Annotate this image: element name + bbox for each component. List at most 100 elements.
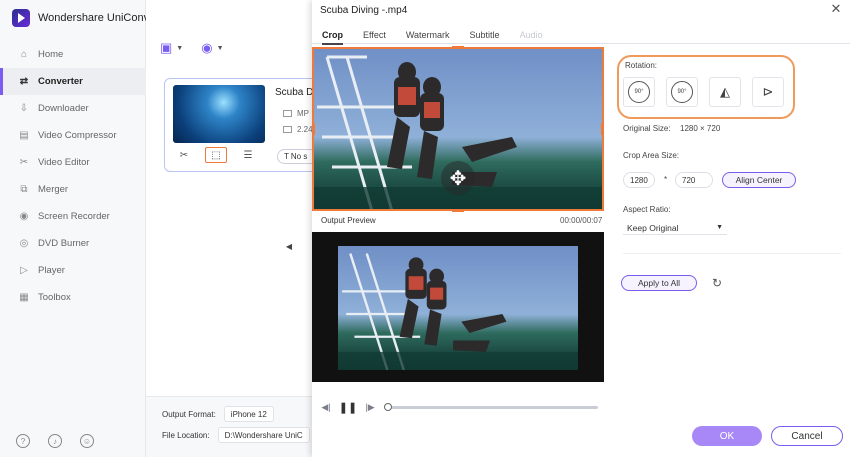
help-icon[interactable]: ? (16, 434, 30, 448)
sidebar-item-label: Toolbox (38, 292, 71, 303)
sidebar-nav: ⌂ Home ⇄ Converter ⇩ Downloader ▤ Video Compres… (0, 41, 146, 311)
align-center-button[interactable]: Align Center (722, 172, 796, 188)
collapse-sidebar-icon[interactable]: ◀ (284, 236, 294, 256)
rotate-left-button[interactable]: 90° (623, 77, 655, 107)
crop-times-sign: * (664, 175, 668, 184)
original-size-label: Original Size: (623, 124, 671, 133)
chevron-down-icon: ▼ (716, 224, 723, 231)
tab-subtitle[interactable]: Subtitle (470, 26, 500, 44)
original-size-value: 1280 × 720 (680, 124, 721, 133)
sidebar-item-label: Converter (38, 76, 83, 87)
file-size: 2.24 (297, 125, 313, 134)
apply-to-all-button[interactable]: Apply to All (621, 275, 697, 291)
aspect-ratio-select[interactable]: Keep Original ▼ (623, 221, 727, 235)
output-format-row: Output Format: iPhone 12 (162, 406, 274, 422)
play-icon: ▷ (20, 265, 28, 276)
ok-button[interactable]: OK (692, 426, 762, 446)
sidebar-footer: ? ♪ ☺ (16, 434, 94, 448)
sidebar-item-video-compressor[interactable]: ▤ Video Compressor (0, 122, 146, 149)
app-logo-icon (12, 9, 30, 27)
aspect-ratio-label: Aspect Ratio: (623, 205, 671, 214)
rotation-label: Rotation: (625, 61, 658, 70)
crop-dialog: Scuba Diving -.mp4 ✕ Crop Effect Watermark… (312, 0, 850, 457)
converter-panel: ▣ ▼ ◉ ▼ Scuba D MP 2.24 ✂ ⬚ ☰ T No s ◀ O… (146, 0, 329, 457)
output-format-select[interactable]: iPhone 12 (223, 406, 274, 422)
tab-crop[interactable]: Crop (322, 26, 343, 45)
rotate-right-button[interactable]: 90° (666, 77, 698, 107)
flip-horizontal-button[interactable]: ◭ (709, 77, 741, 107)
crop-video-preview[interactable]: ✥ (312, 47, 604, 211)
load-media-button[interactable]: ◉ ▼ (201, 40, 223, 56)
crop-handle-bottom[interactable] (452, 209, 464, 212)
compress-icon: ▤ (19, 130, 29, 141)
flip-vertical-icon: ⊳ (762, 84, 774, 99)
pause-icon[interactable]: ❚❚ (339, 401, 357, 414)
file-location-input[interactable]: D:\Wondershare UniC (217, 427, 310, 443)
previous-frame-icon[interactable]: ◀| (320, 401, 332, 413)
seek-knob[interactable] (384, 402, 392, 411)
folder-icon (283, 126, 292, 133)
file-name: Scuba D (275, 87, 314, 98)
converter-icon: ⇄ (19, 76, 29, 87)
sidebar-item-label: Merger (38, 184, 69, 195)
rotate-right-icon: 90° (671, 81, 693, 103)
crop-area-label: Crop Area Size: (623, 151, 680, 160)
rotation-group: Rotation: 90° 90° ◭ ⊳ (617, 55, 795, 119)
scissors-icon: ✂ (19, 157, 29, 168)
output-video-frame (338, 246, 578, 370)
subtitle-icon: T (284, 152, 289, 161)
feedback-icon[interactable]: ☺ (80, 434, 94, 448)
notification-bell-icon[interactable]: ♪ (48, 434, 62, 448)
sidebar-item-label: Video Compressor (38, 130, 117, 141)
sidebar-item-player[interactable]: ▷ Player (0, 257, 146, 284)
sidebar-item-toolbox[interactable]: ▦ Toolbox (0, 284, 146, 311)
output-preview (312, 232, 604, 382)
tab-effect[interactable]: Effect (363, 26, 386, 44)
sidebar-item-label: Video Editor (38, 157, 90, 168)
flip-vertical-button[interactable]: ⊳ (752, 77, 784, 107)
file-card[interactable]: Scuba D MP 2.24 ✂ ⬚ ☰ T No s (164, 78, 329, 172)
move-crop-handle-icon[interactable]: ✥ (441, 161, 475, 195)
effects-sliders-icon[interactable]: ☰ (237, 147, 259, 163)
output-format-label: Output Format: (162, 409, 216, 419)
file-format: MP (297, 109, 309, 118)
bottom-bar: Output Format: iPhone 12 File Location: … (146, 396, 312, 457)
sidebar-item-converter[interactable]: ⇄ Converter (0, 68, 146, 95)
record-icon: ◉ (19, 211, 29, 222)
tab-watermark[interactable]: Watermark (406, 26, 450, 44)
video-thumbnail[interactable] (173, 85, 265, 143)
next-frame-icon[interactable]: |▶ (364, 401, 376, 413)
tab-audio: Audio (519, 30, 543, 40)
flip-horizontal-icon: ◭ (720, 84, 730, 99)
chevron-down-icon: ▼ (176, 44, 184, 52)
sidebar-item-video-editor[interactable]: ✂ Video Editor (0, 149, 146, 176)
sidebar-item-label: DVD Burner (38, 238, 90, 249)
sidebar-item-label: Home (38, 49, 64, 60)
file-format-row: MP (283, 109, 309, 118)
toolbar: ▣ ▼ ◉ ▼ (160, 40, 224, 56)
trim-scissors-icon[interactable]: ✂ (173, 147, 195, 163)
format-icon (283, 110, 292, 117)
sidebar-item-home[interactable]: ⌂ Home (0, 41, 146, 68)
add-media-icon: ◉ (201, 40, 213, 55)
cancel-button[interactable]: Cancel (771, 426, 843, 446)
crop-width-input[interactable]: 1280 (623, 172, 655, 188)
seek-bar[interactable] (384, 402, 598, 411)
sidebar-item-dvd-burner[interactable]: ◎ DVD Burner (0, 230, 146, 257)
card-actions: ✂ ⬚ ☰ (173, 147, 259, 163)
crop-settings-panel: Rotation: 90° 90° ◭ ⊳ Original Size: 128… (614, 0, 850, 457)
crop-handle-right[interactable] (601, 123, 604, 135)
crop-handle-top[interactable] (452, 46, 464, 49)
reset-refresh-icon[interactable]: ↻ (710, 276, 724, 290)
sidebar-item-screen-recorder[interactable]: ◉ Screen Recorder (0, 203, 146, 230)
sidebar-item-downloader[interactable]: ⇩ Downloader (0, 95, 146, 122)
aspect-ratio-value: Keep Original (627, 222, 679, 233)
crop-height-input[interactable]: 720 (675, 172, 713, 188)
sidebar-item-merger[interactable]: ⧉ Merger (0, 176, 146, 203)
add-file-icon: ▣ (160, 40, 173, 55)
merge-icon: ⧉ (20, 184, 28, 195)
chevron-down-icon: ▼ (216, 44, 224, 52)
crop-icon[interactable]: ⬚ (205, 147, 227, 163)
crop-handle-left[interactable] (312, 123, 315, 135)
add-file-button[interactable]: ▣ ▼ (160, 40, 183, 56)
